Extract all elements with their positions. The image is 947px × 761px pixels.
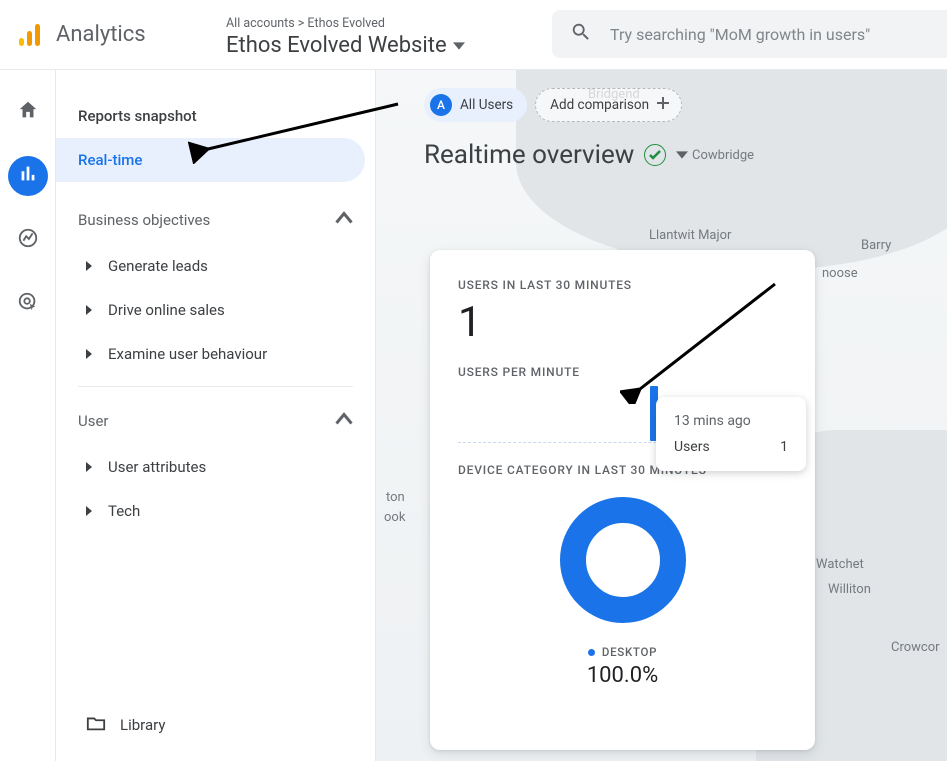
rail-explore-button[interactable] [8,220,48,260]
users-last30-label: USERS IN LAST 30 MINUTES [458,278,787,292]
page-title: Realtime overview [424,140,634,170]
analytics-logo-icon [16,21,44,49]
chart-tooltip: 13 mins ago Users 1 [656,397,806,471]
tooltip-value: 1 [780,439,788,455]
side-navigation: Reports snapshot Real-time Business obje… [56,70,376,761]
tooltip-time: 13 mins ago [674,413,788,429]
tooltip-label: Users [674,439,710,455]
rail-advertising-button[interactable] [8,284,48,324]
chip-add-comparison-label: Add comparison [550,97,649,113]
home-icon [17,99,39,125]
nav-examine-behaviour-label: Examine user behaviour [108,345,267,363]
nav-section-business[interactable]: Business objectives [56,196,375,244]
chips-row: A All Users Add comparison [376,70,947,122]
map-label-ook: ook [384,510,405,525]
nav-section-user-label: User [78,412,109,430]
nav-drive-online-sales[interactable]: Drive online sales [56,288,375,332]
nav-library[interactable]: Library [56,705,195,745]
rail-home-button[interactable] [8,92,48,132]
nav-section-user[interactable]: User [56,397,375,445]
library-icon [86,714,106,736]
triangle-right-icon [86,261,92,271]
nav-tech-label: Tech [108,502,140,520]
device-legend: DESKTOP [588,645,657,659]
search-box[interactable]: Try searching "MoM growth in users" [552,10,947,58]
map-label-crowcombe: Crowcor [891,640,940,655]
target-click-icon [17,291,39,317]
triangle-right-icon [86,305,92,315]
device-donut-chart[interactable] [560,497,686,623]
nav-generate-leads-label: Generate leads [108,257,208,275]
chip-all-users[interactable]: A All Users [424,88,527,122]
legend-dot-icon [588,649,595,656]
device-percent: 100.0% [587,663,658,688]
logo-area: Analytics [16,21,216,49]
page-title-row: Realtime overview [376,122,947,170]
chevron-up-icon [335,410,353,432]
users-last30-value: 1 [458,298,787,347]
map-label-noose: noose [822,266,858,281]
realtime-card: USERS IN LAST 30 MINUTES 1 USERS PER MIN… [430,250,815,750]
map-label-watchet: Watchet [816,557,864,572]
caret-down-icon [447,33,465,58]
device-donut-wrap: DESKTOP 100.0% [458,487,787,688]
product-name: Analytics [56,22,146,47]
map-label-barry: Barry [861,238,891,253]
users-per-minute-label: USERS PER MINUTE [458,365,787,379]
tooltip-row: Users 1 [674,439,788,455]
nav-library-label: Library [120,716,165,734]
nav-user-attributes[interactable]: User attributes [56,445,375,489]
nav-user-attributes-label: User attributes [108,458,206,476]
search-placeholder: Try searching "MoM growth in users" [610,25,870,44]
chip-add-comparison[interactable]: Add comparison [535,88,682,122]
nav-section-business-label: Business objectives [78,211,210,229]
main-area: Bridgend Cowbridge Llantwit Major Barry … [376,70,947,761]
chip-badge-letter: A [430,94,452,116]
bar-chart-icon [17,163,39,189]
nav-tech[interactable]: Tech [56,489,375,533]
map-label-williton: Williton [828,582,871,597]
nav-divider [78,386,353,387]
explore-icon [17,227,39,253]
search-icon [570,21,610,47]
triangle-right-icon [86,349,92,359]
chevron-up-icon [335,209,353,231]
property-name: Ethos Evolved Website [226,33,447,58]
nav-examine-user-behaviour[interactable]: Examine user behaviour [56,332,375,376]
nav-generate-leads[interactable]: Generate leads [56,244,375,288]
triangle-right-icon [86,506,92,516]
chip-all-users-label: All Users [460,97,513,113]
map-label-llantwit: Llantwit Major [649,228,731,243]
plus-icon [649,95,671,115]
nav-realtime[interactable]: Real-time [56,138,365,182]
triangle-right-icon [86,462,92,472]
nav-drive-online-sales-label: Drive online sales [108,301,225,319]
property-selector[interactable]: Ethos Evolved Website [226,33,465,58]
legend-device-label: DESKTOP [602,645,657,659]
left-rail [0,70,56,761]
nav-reports-snapshot[interactable]: Reports snapshot [56,94,365,138]
map-label-ton: ton [386,490,405,505]
account-block: All accounts > Ethos Evolved Ethos Evolv… [226,12,465,58]
top-header: Analytics All accounts > Ethos Evolved E… [0,0,947,70]
status-check-icon[interactable] [644,144,666,166]
breadcrumb[interactable]: All accounts > Ethos Evolved [226,16,465,31]
rail-reports-button[interactable] [8,156,48,196]
title-dropdown[interactable] [676,146,688,165]
